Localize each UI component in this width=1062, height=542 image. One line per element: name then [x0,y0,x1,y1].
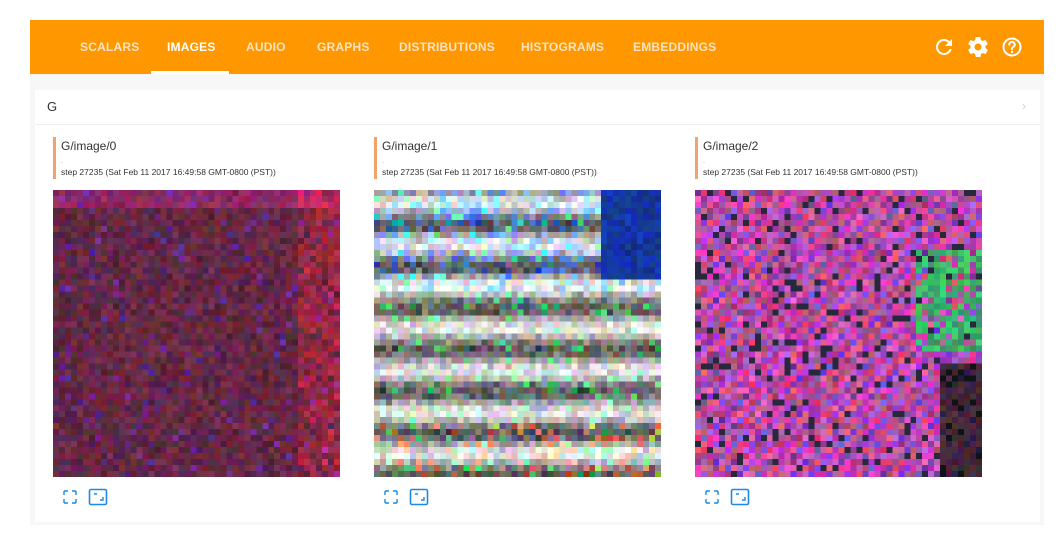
image-accent-bar [53,137,56,179]
tab-images[interactable]: IMAGES [167,20,216,74]
settings-icon[interactable] [966,35,990,59]
chevron-right-icon[interactable]: › [1022,99,1026,113]
fullscreen-icon[interactable] [701,487,723,507]
actual-size-icon[interactable] [729,487,751,507]
image-accent-bar [374,137,377,179]
image-card: G/image/0 . step 27235 (Sat Feb 11 2017 … [53,137,353,506]
generated-image [374,190,661,477]
image-display [53,190,340,477]
image-accent-bar [695,137,698,179]
top-toolbar: SCALARS IMAGES AUDIO GRAPHS DISTRIBUTION… [30,20,1044,74]
fullscreen-icon[interactable] [380,487,402,507]
image-dot: . [703,158,705,165]
image-group-card: G › G/image/0 . step 27235 (Sat Feb 11 2… [35,90,1040,522]
tab-audio[interactable]: AUDIO [246,20,286,74]
image-title: G/image/0 [61,139,117,153]
refresh-icon[interactable] [932,35,956,59]
image-display [695,190,982,477]
tab-scalars[interactable]: SCALARS [80,20,139,74]
tab-graphs[interactable]: GRAPHS [317,20,370,74]
image-card: G/image/1 . step 27235 (Sat Feb 11 2017 … [374,137,674,506]
image-step: step 27235 (Sat Feb 11 2017 16:49:58 GMT… [703,167,918,177]
image-title: G/image/1 [382,139,438,153]
group-title: G [47,99,58,114]
tab-embeddings[interactable]: EMBEDDINGS [633,20,716,74]
generated-image [695,190,982,477]
help-icon[interactable] [1000,35,1024,59]
active-tab-indicator [151,71,229,74]
fullscreen-icon[interactable] [59,487,81,507]
image-step: step 27235 (Sat Feb 11 2017 16:49:58 GMT… [382,167,597,177]
image-dot: . [382,158,384,165]
generated-image [53,190,340,477]
app-frame: SCALARS IMAGES AUDIO GRAPHS DISTRIBUTION… [30,20,1044,525]
tab-distributions[interactable]: DISTRIBUTIONS [399,20,495,74]
image-title: G/image/2 [703,139,759,153]
actual-size-icon[interactable] [408,487,430,507]
tab-histograms[interactable]: HISTOGRAMS [521,20,604,74]
group-header[interactable]: G › [35,90,1040,125]
image-card: G/image/2 . step 27235 (Sat Feb 11 2017 … [695,137,995,506]
image-dot: . [61,158,63,165]
image-display [374,190,661,477]
image-step: step 27235 (Sat Feb 11 2017 16:49:58 GMT… [61,167,276,177]
actual-size-icon[interactable] [87,487,109,507]
